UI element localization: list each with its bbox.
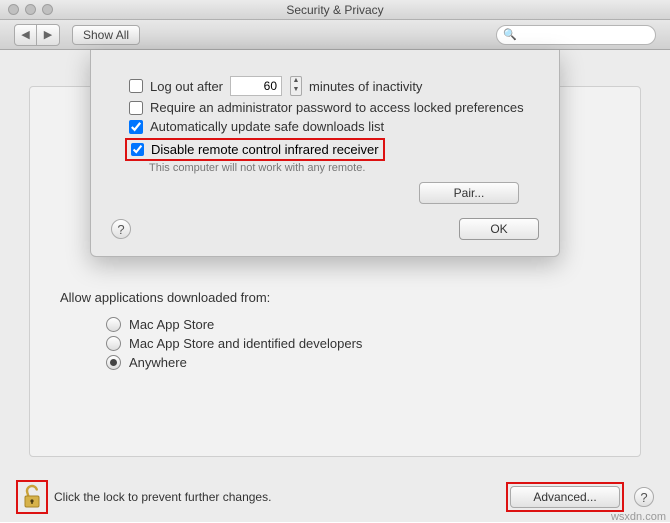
radio-icon [106,355,121,370]
allow-option-identified[interactable]: Mac App Store and identified developers [106,336,362,351]
sheet-help-button[interactable]: ? [111,219,131,239]
allow-apps-title: Allow applications downloaded from: [60,290,362,305]
allow-option-label: Mac App Store [129,317,214,332]
watermark: wsxdn.com [611,511,666,523]
zoom-window-button[interactable] [42,4,53,15]
pair-button[interactable]: Pair... [419,182,519,204]
close-window-button[interactable] [8,4,19,15]
logout-row: Log out after ▲▼ minutes of inactivity [129,76,539,96]
minutes-stepper[interactable]: ▲▼ [290,76,302,96]
window-controls [8,4,53,15]
allow-option-label: Anywhere [129,355,187,370]
radio-icon [106,336,121,351]
advanced-sheet: Log out after ▲▼ minutes of inactivity R… [90,50,560,257]
allow-option-label: Mac App Store and identified developers [129,336,362,351]
unlocked-lock-icon[interactable] [20,484,44,510]
window-title: Security & Privacy [286,3,383,17]
auto-update-checkbox[interactable] [129,120,143,134]
lock-text: Click the lock to prevent further change… [54,490,271,504]
search-input[interactable]: 🔍 [496,25,656,45]
logout-checkbox[interactable] [129,79,143,93]
toolbar: ◀ ▶ Show All 🔍 [0,20,670,50]
back-button[interactable]: ◀ [15,25,37,45]
preferences-body: Log out after ▲▼ minutes of inactivity R… [0,50,670,522]
disable-ir-checkbox[interactable] [131,143,144,156]
allow-option-mas[interactable]: Mac App Store [106,317,362,332]
allow-apps-section: Allow applications downloaded from: Mac … [60,290,362,374]
disable-ir-label: Disable remote control infrared receiver [151,142,379,157]
require-admin-row: Require an administrator password to acc… [129,100,539,115]
auto-update-row: Automatically update safe downloads list [129,119,539,134]
minimize-window-button[interactable] [25,4,36,15]
show-all-button[interactable]: Show All [72,25,140,45]
search-icon: 🔍 [503,28,517,41]
logout-minutes-input[interactable] [230,76,282,96]
lock-highlight [16,480,48,514]
logout-label-suffix: minutes of inactivity [309,79,422,94]
bottom-row: Click the lock to prevent further change… [0,472,670,522]
require-admin-checkbox[interactable] [129,101,143,115]
advanced-button[interactable]: Advanced... [510,486,620,508]
titlebar: Security & Privacy [0,0,670,20]
forward-button[interactable]: ▶ [37,25,59,45]
ok-button[interactable]: OK [459,218,539,240]
disable-ir-highlight: Disable remote control infrared receiver [125,138,385,161]
require-admin-label: Require an administrator password to acc… [150,100,524,115]
help-button[interactable]: ? [634,487,654,507]
logout-label-prefix: Log out after [150,79,223,94]
allow-option-anywhere[interactable]: Anywhere [106,355,362,370]
auto-update-label: Automatically update safe downloads list [150,119,384,134]
nav-buttons: ◀ ▶ [14,24,60,46]
ir-note: This computer will not work with any rem… [149,162,539,174]
advanced-highlight: Advanced... [506,482,624,512]
radio-icon [106,317,121,332]
